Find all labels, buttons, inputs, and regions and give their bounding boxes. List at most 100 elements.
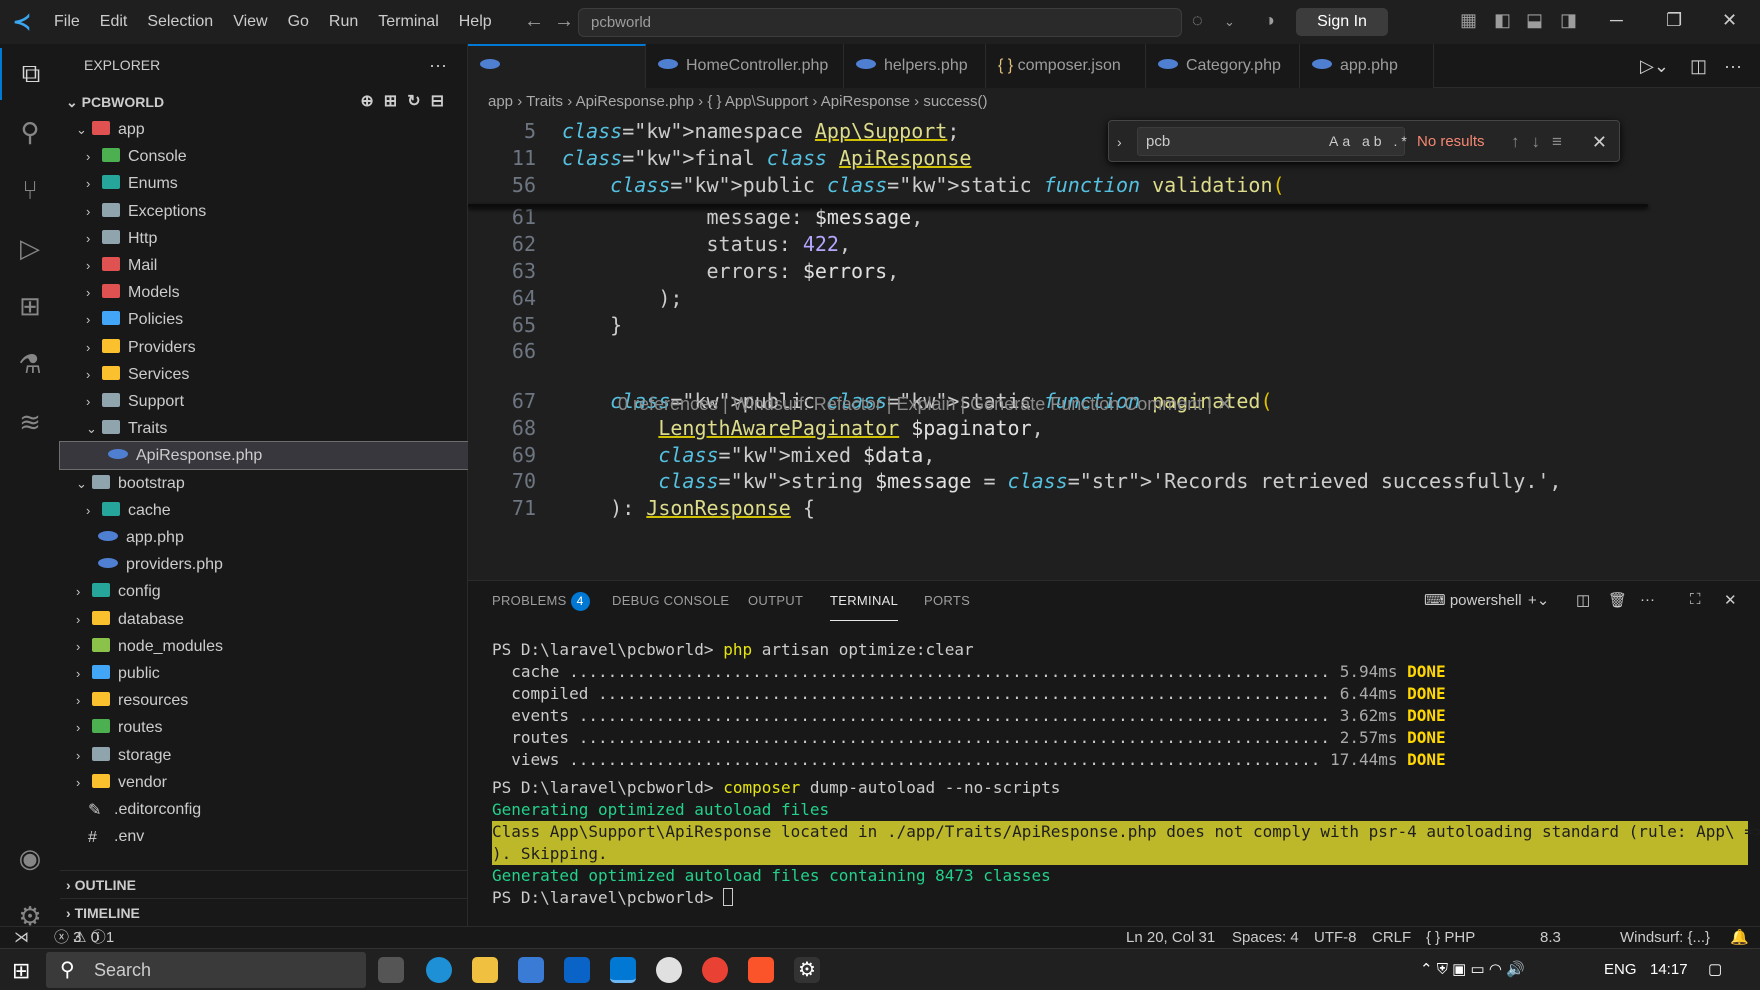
chat-icon[interactable]: ◌ [1192,10,1203,31]
tree-folder[interactable]: › cache [60,497,468,524]
code-line[interactable]: 68 LengthAwarePaginator $paginator, [468,413,1648,443]
run-icon[interactable]: ▷⌄ [1640,56,1669,77]
tree-folder[interactable]: › Services [60,361,468,388]
run-debug-icon[interactable]: ▷ [0,222,60,274]
timeline-section[interactable]: › TIMELINE [60,898,468,926]
code-line[interactable]: 64 ); [468,283,1648,313]
indentation[interactable]: Spaces: 4 [1232,927,1299,949]
menu-item-terminal[interactable]: Terminal [368,0,448,44]
breadcrumb-item[interactable]: Traits [526,93,563,110]
tree-file[interactable]: ✎ .editorconfig [60,796,468,823]
php-version[interactable]: 8.3 [1540,927,1561,949]
language-mode[interactable]: { } PHP [1426,927,1475,949]
code-line[interactable]: 62 status: 422, [468,229,1648,259]
account-icon[interactable]: ◉ [0,832,60,884]
tree-folder[interactable]: › Console [60,143,468,170]
tree-folder[interactable]: › node_modules [60,633,468,660]
split-terminal-icon[interactable]: ◫ [1576,591,1590,609]
codelens[interactable]: 0 references | Windsurf: Refactor | Expl… [618,394,1232,415]
chrome-icon[interactable] [702,957,728,983]
panel-tab-output[interactable]: OUTPUT [748,581,803,621]
find-options[interactable]: Aa ab .* [1329,127,1411,156]
toggle-sidebar-icon[interactable]: ◧ [1494,10,1511,31]
clock[interactable]: 14:17 [1650,949,1688,990]
toggle-replace-icon[interactable]: › [1117,121,1122,163]
brave-icon[interactable] [748,957,774,983]
breadcrumb-item[interactable]: ApiResponse.php [576,93,694,110]
tree-file[interactable]: providers.php [60,551,468,578]
copilot-icon[interactable]: ◑ [1264,10,1275,31]
menu-item-go[interactable]: Go [278,0,319,44]
remote-icon[interactable]: ⋊ [14,927,29,949]
outline-section[interactable]: › OUTLINE [60,870,468,898]
tree-folder[interactable]: › Http [60,225,468,252]
tree-folder[interactable]: › public [60,660,468,687]
tree-folder[interactable]: ⌄ Traits [60,415,468,442]
file-explorer-icon[interactable] [472,957,498,983]
tray-icons[interactable]: ⌃ ⛨ ▣ ▭ ◠ 🔊 [1420,949,1525,990]
tab-homecontroller-php[interactable]: HomeController.php [646,44,844,88]
maximize-panel-icon[interactable]: ⛶ [1690,591,1701,608]
tree-file[interactable]: # .env [60,823,468,850]
trash-icon[interactable]: 🗑 [1608,591,1627,609]
tree-folder[interactable]: › Support [60,388,468,415]
source-control-icon[interactable]: ⑂ [0,164,60,216]
breadcrumb-item[interactable]: success() [923,93,987,110]
line-ending[interactable]: CRLF [1372,927,1411,949]
find-navigation-icon[interactable]: ↑↓≡ [1511,121,1574,163]
menu-item-help[interactable]: Help [449,0,502,44]
tab-category-php[interactable]: Category.php [1146,44,1300,88]
toggle-secondary-sidebar-icon[interactable]: ◨ [1560,10,1577,31]
panel-tab-terminal[interactable]: TERMINAL [830,581,899,621]
menu-item-file[interactable]: File [44,0,90,44]
code-editor[interactable]: 5 class="kw">namespace App\Support; 11 clas… [468,116,1760,580]
tree-folder[interactable]: ⌄ app [60,116,468,143]
panel-tab-problems[interactable]: PROBLEMS 4 [492,581,590,621]
breadcrumb-item[interactable]: { } App\Support [707,93,808,110]
more-actions-icon[interactable]: ··· [1724,56,1742,77]
tab-composer-json[interactable]: { } composer.json [986,44,1146,88]
breadcrumb-item[interactable]: app [488,93,513,110]
store-icon[interactable] [518,957,544,983]
extensions-icon[interactable]: ⊞ [0,280,60,332]
explorer-icon[interactable]: ⧉ [0,48,60,100]
toggle-panel-icon[interactable]: ⬓ [1526,10,1543,31]
code-line[interactable]: 71 ): JsonResponse { [468,493,1648,523]
customize-layout-icon[interactable]: ▦ [1460,10,1477,31]
restore-icon[interactable]: ❐ [1666,10,1682,31]
sign-in-button[interactable]: Sign In [1296,8,1388,36]
explorer-actions[interactable]: ⊕⊞↻⊟ [360,88,454,116]
tree-file[interactable]: ApiResponse.php [59,441,469,471]
sticky-line[interactable]: 56 class="kw">public class="kw">static f… [468,170,1648,200]
command-center-search[interactable]: pcbworld [578,8,1182,37]
close-window-icon[interactable]: ✕ [1722,10,1737,31]
menu-item-edit[interactable]: Edit [90,0,138,44]
more-actions-icon[interactable]: ··· [429,44,447,86]
taskbar-search[interactable]: Search [46,952,366,988]
tree-folder[interactable]: › database [60,606,468,633]
minimize-icon[interactable]: ─ [1610,10,1623,31]
tree-folder[interactable]: › Policies [60,306,468,333]
task-view-icon[interactable] [378,957,404,983]
close-panel-icon[interactable]: ✕ [1724,591,1737,609]
tree-folder[interactable]: › routes [60,714,468,741]
panel-tab-ports[interactable]: PORTS [924,581,970,621]
windsurf-status[interactable]: Windsurf: {...} [1620,927,1710,949]
encoding[interactable]: UTF-8 [1314,927,1357,949]
start-icon[interactable]: ⊞ [12,958,30,984]
tree-folder[interactable]: ⌄ bootstrap [60,470,468,497]
vscode-taskbar-icon[interactable] [610,957,636,983]
code-line[interactable]: 66 [468,336,1648,366]
settings-icon[interactable]: ⚙ [794,957,820,983]
terminal-shell[interactable]: ⌨ powershell [1424,591,1522,609]
tree-folder[interactable]: › Exceptions [60,198,468,225]
tree-folder[interactable]: › Providers [60,334,468,361]
new-terminal-icon[interactable]: +⌄ [1528,591,1549,609]
tree-folder[interactable]: › config [60,578,468,605]
input-language[interactable]: ENG [1604,949,1637,990]
more-actions-icon[interactable]: ··· [1640,591,1655,608]
notifications-icon[interactable]: 🔔 [1730,927,1749,949]
breadcrumb-item[interactable]: ApiResponse [821,93,910,110]
tree-file[interactable]: app.php [60,524,468,551]
chevron-down-icon[interactable]: ⌄ [1224,14,1235,30]
